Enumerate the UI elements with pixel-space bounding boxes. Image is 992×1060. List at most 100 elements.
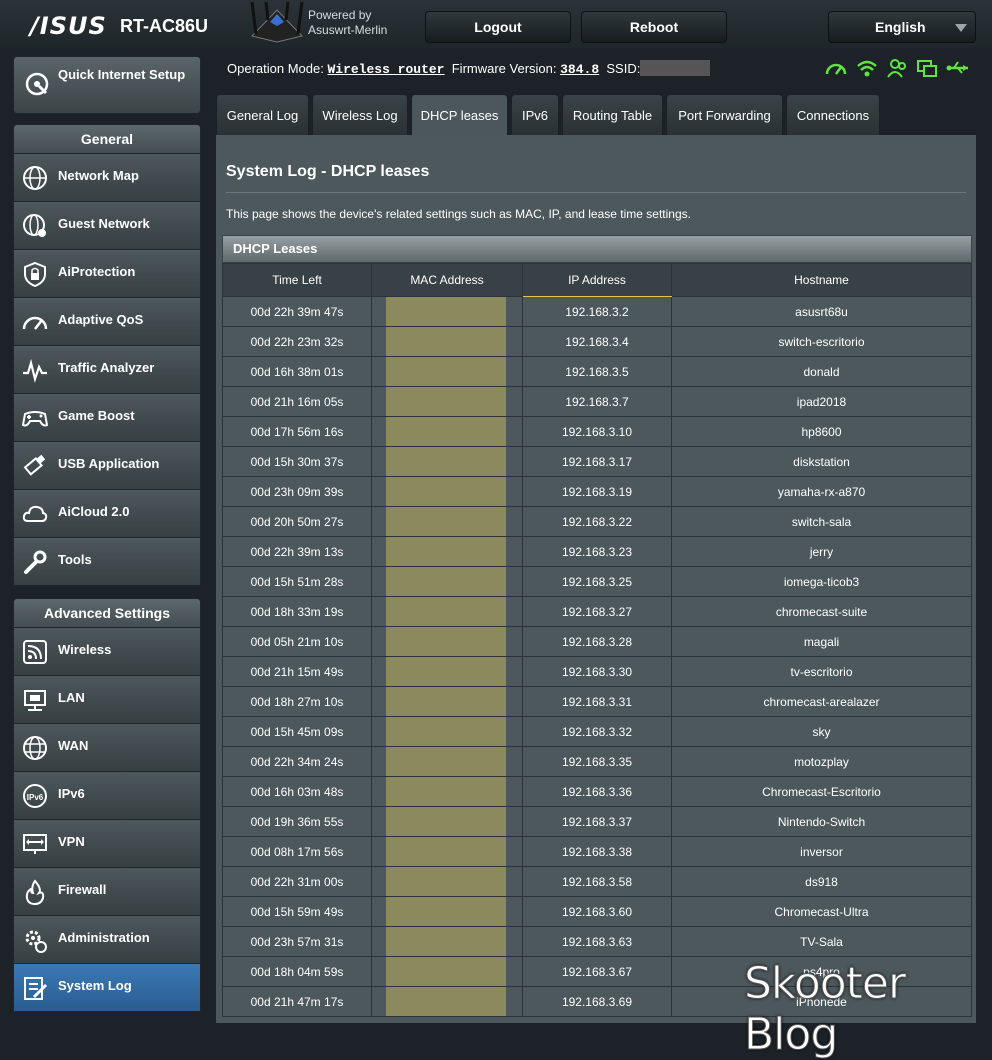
sidebar-item-firewall[interactable]: Firewall: [13, 868, 201, 916]
mac-address-cell: [371, 386, 523, 417]
mac-address-cell: [371, 656, 523, 687]
hostname-cell: donald: [671, 356, 972, 387]
tab-general-log[interactable]: General Log: [216, 94, 309, 135]
table-row: 00d 15h 59m 49s 192.168.3.60 Chromecast-Ul…: [222, 896, 972, 927]
sidebar-item-lan[interactable]: LAN: [13, 676, 201, 724]
mac-address-cell: [371, 326, 523, 357]
mac-address-cell: [371, 986, 523, 1017]
time-left-cell: 00d 22h 31m 00s: [222, 866, 372, 897]
ssid-label: SSID:: [606, 61, 641, 76]
page-description: This page shows the device's related set…: [226, 207, 691, 221]
ip-address-cell: 192.168.3.17: [522, 446, 672, 477]
speedometer-icon[interactable]: [824, 58, 848, 78]
hostname-cell: chromecast-suite: [671, 596, 972, 627]
time-left-cell: 00d 23h 09m 39s: [222, 476, 372, 507]
sidebar-item-aicloud[interactable]: AiCloud 2.0: [13, 490, 201, 538]
table-row: 00d 18h 27m 10s 192.168.3.31 chromecast-ar…: [222, 686, 972, 717]
column-header-ip-address[interactable]: IP Address: [522, 263, 672, 297]
ip-address-cell: 192.168.3.38: [522, 836, 672, 867]
router-image-icon: [250, 1, 304, 43]
column-header-time-left[interactable]: Time Left: [222, 263, 372, 297]
mac-redaction-mask: [386, 567, 506, 596]
firmware-version-link[interactable]: 384.8: [560, 62, 599, 77]
mac-redaction-mask: [386, 597, 506, 626]
operation-mode-link[interactable]: Wireless router: [327, 62, 444, 77]
sidebar-item-label: LAN: [58, 690, 85, 705]
sidebar-item-guest-network[interactable]: Guest Network: [13, 202, 201, 250]
wifi-icon[interactable]: [856, 58, 878, 78]
sidebar-item-aiprotection[interactable]: AiProtection: [13, 250, 201, 298]
ip-address-cell: 192.168.3.31: [522, 686, 672, 717]
sidebar-item-adaptive-qos[interactable]: Adaptive QoS: [13, 298, 201, 346]
top-header: /ISUS RT-AC86U Powered by Asuswrt-Merlin…: [0, 0, 992, 48]
sidebar-item-label: AiProtection: [58, 264, 136, 279]
ip-address-cell: 192.168.3.27: [522, 596, 672, 627]
sidebar-item-label: VPN: [58, 834, 85, 849]
sidebar-item-wan[interactable]: WAN: [13, 724, 201, 772]
sidebar-item-ipv6[interactable]: IPv6 IPv6: [13, 772, 201, 820]
reboot-button[interactable]: Reboot: [581, 11, 727, 43]
column-header-mac-address[interactable]: MAC Address: [371, 263, 523, 297]
tab-wireless-log[interactable]: Wireless Log: [312, 94, 408, 135]
sidebar-item-system-log[interactable]: System Log: [13, 964, 201, 1012]
sidebar-item-tools[interactable]: Tools: [13, 538, 201, 586]
sidebar-item-traffic-analyzer[interactable]: Traffic Analyzer: [13, 346, 201, 394]
lan-icon: [24, 690, 46, 711]
ip-address-cell: 192.168.3.58: [522, 866, 672, 897]
table-row: 00d 21h 16m 05s 192.168.3.7 ipad2018: [222, 386, 972, 417]
time-left-cell: 00d 22h 23m 32s: [222, 326, 372, 357]
ip-address-cell: 192.168.3.2: [522, 296, 672, 327]
hostname-cell: iomega-ticob3: [671, 566, 972, 597]
mac-redaction-mask: [386, 447, 506, 476]
language-select[interactable]: English: [828, 11, 976, 43]
hostname-cell: Chromecast-Escritorio: [671, 776, 972, 807]
sidebar-item-usb-application[interactable]: USB Application: [13, 442, 201, 490]
tab-ipv6[interactable]: IPv6: [511, 94, 559, 135]
mac-redaction-mask: [386, 297, 506, 326]
wan-globe-icon: [23, 736, 47, 760]
table-row: 00d 22h 39m 47s 192.168.3.2 asusrt68u: [222, 296, 972, 327]
sidebar-item-label: Wireless: [58, 642, 112, 657]
ip-address-cell: 192.168.3.67: [522, 956, 672, 987]
firewall-icon: [25, 879, 45, 905]
gauge-icon: [22, 316, 48, 330]
quick-internet-setup-button[interactable]: Quick Internet Setup: [13, 56, 201, 114]
tab-port-forwarding[interactable]: Port Forwarding: [666, 94, 783, 135]
mac-redaction-mask: [386, 417, 506, 446]
hostname-cell: chromecast-arealazer: [671, 686, 972, 717]
mac-address-cell: [371, 416, 523, 447]
time-left-cell: 00d 18h 33m 19s: [222, 596, 372, 627]
asus-logo[interactable]: /ISUS: [30, 12, 107, 40]
time-left-cell: 00d 21h 16m 05s: [222, 386, 372, 417]
users-icon[interactable]: [886, 58, 908, 78]
mac-address-cell: [371, 956, 523, 987]
mac-redaction-mask: [386, 477, 506, 506]
vpn-icon: [23, 834, 47, 854]
tab-connections[interactable]: Connections: [786, 94, 880, 135]
tab-routing-table[interactable]: Routing Table: [562, 94, 663, 135]
wireless-icon: [23, 640, 47, 664]
sidebar-item-vpn[interactable]: VPN: [13, 820, 201, 868]
lock-shield-icon: [24, 261, 46, 287]
sidebar-item-network-map[interactable]: Network Map: [13, 154, 201, 202]
table-row: 00d 18h 33m 19s 192.168.3.27 chromecast-su…: [222, 596, 972, 627]
usb-icon[interactable]: [946, 58, 970, 78]
sidebar-item-label: Guest Network: [58, 216, 150, 231]
table-row: 00d 15h 45m 09s 192.168.3.32 sky: [222, 716, 972, 747]
devices-icon[interactable]: [916, 58, 938, 78]
mac-redaction-mask: [386, 357, 506, 386]
logout-button[interactable]: Logout: [425, 11, 571, 43]
ip-address-cell: 192.168.3.25: [522, 566, 672, 597]
sidebar-item-administration[interactable]: Administration: [13, 916, 201, 964]
title-divider: [226, 192, 966, 193]
column-header-hostname[interactable]: Hostname: [671, 263, 972, 297]
ip-address-cell: 192.168.3.10: [522, 416, 672, 447]
status-line: Operation Mode: Wireless router Firmware…: [227, 60, 711, 77]
tab-dhcp-leases[interactable]: DHCP leases: [411, 94, 508, 135]
hostname-cell: tv-escritorio: [671, 656, 972, 687]
sidebar-item-label: Game Boost: [58, 408, 135, 423]
sidebar-item-wireless[interactable]: Wireless: [13, 628, 201, 676]
sidebar-item-game-boost[interactable]: Game Boost: [13, 394, 201, 442]
router-model: RT-AC86U: [120, 16, 209, 36]
page-title: System Log - DHCP leases: [226, 163, 430, 180]
